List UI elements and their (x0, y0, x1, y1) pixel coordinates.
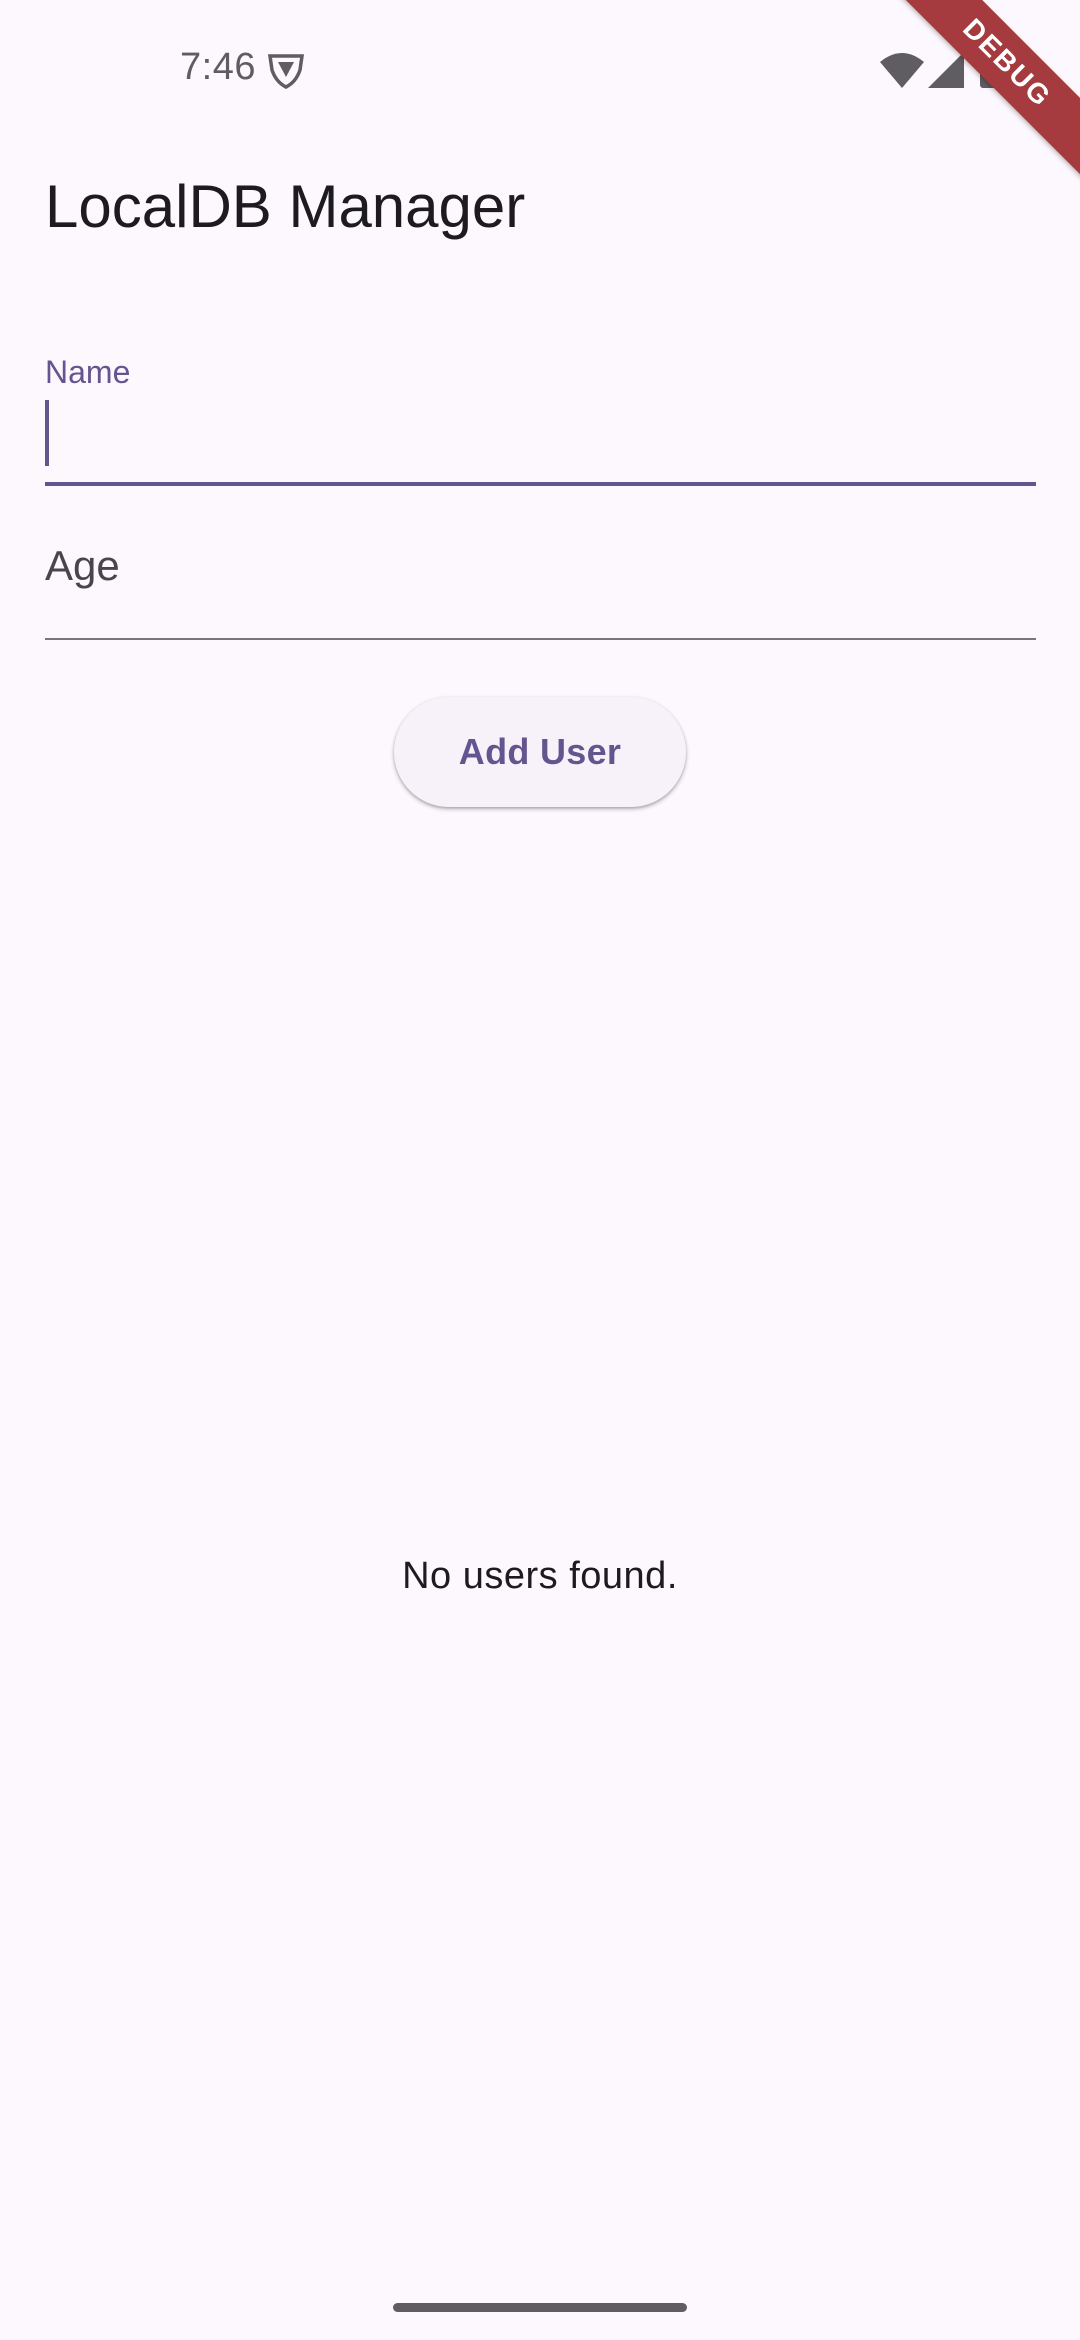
wifi-icon (880, 53, 924, 88)
age-field[interactable]: Age (45, 530, 1036, 642)
app-screen: 7:46 DEBUG LocalDB Manager Name Age Add … (0, 0, 1080, 2340)
name-field[interactable]: Name (45, 350, 1036, 488)
shield-icon (267, 54, 305, 89)
name-input[interactable] (45, 398, 1036, 482)
text-cursor (45, 400, 49, 466)
status-time: 7:46 (180, 46, 256, 88)
status-bar: 7:46 (0, 0, 1080, 140)
empty-state-message: No users found. (402, 1555, 678, 1597)
name-field-underline (45, 482, 1036, 486)
name-field-label: Name (45, 354, 131, 390)
signal-icon (928, 52, 964, 88)
age-input[interactable] (45, 530, 1036, 638)
gesture-nav-handle[interactable] (393, 2303, 687, 2312)
page-title: LocalDB Manager (45, 173, 526, 240)
add-user-button[interactable]: Add User (394, 697, 686, 807)
age-field-underline (45, 638, 1036, 640)
